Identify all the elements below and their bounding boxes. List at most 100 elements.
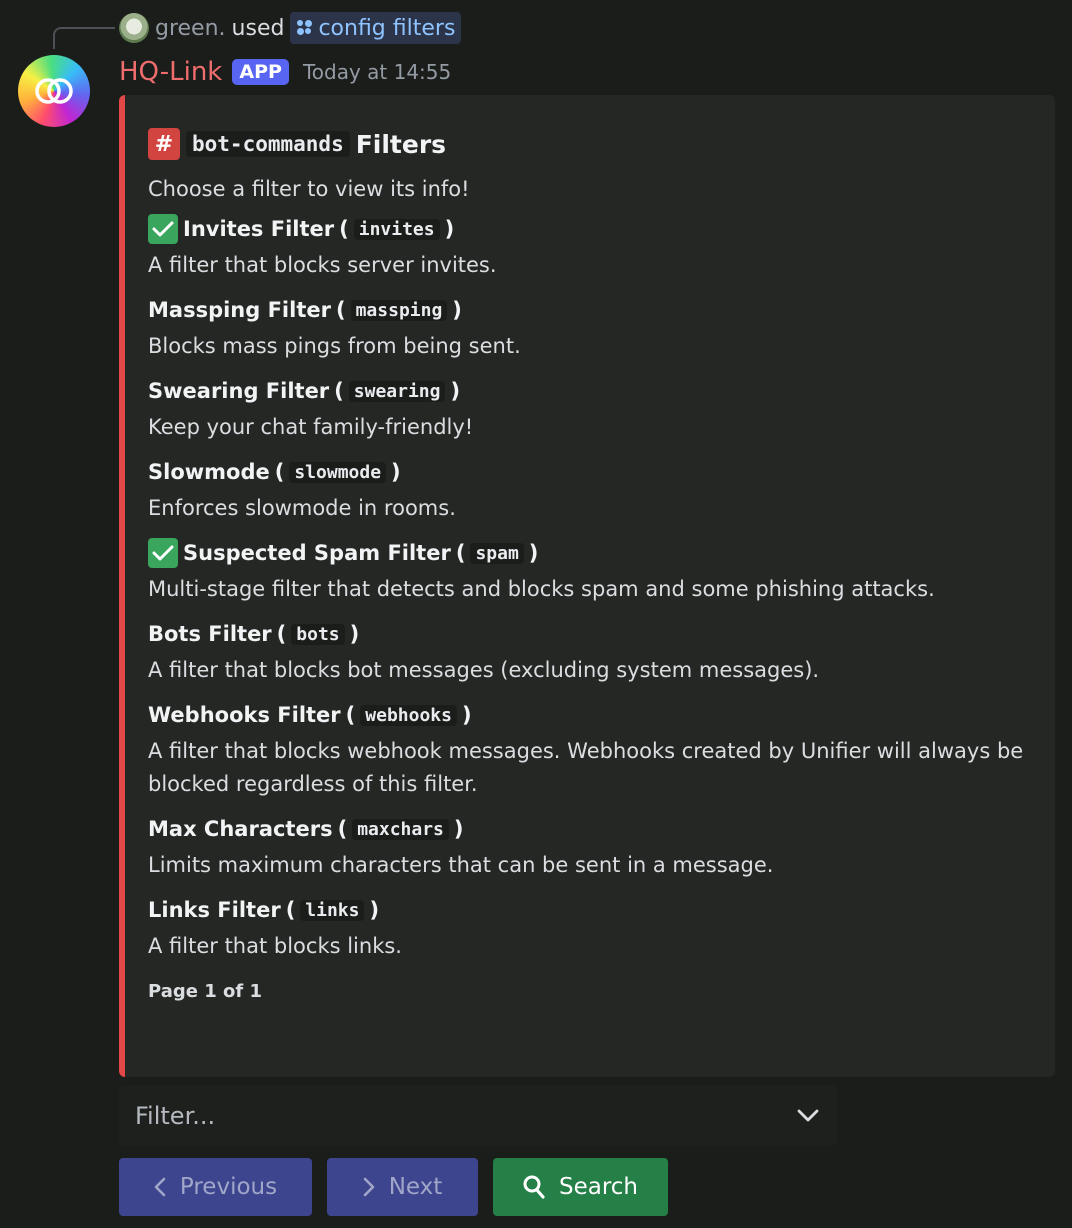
- embed-field: Invites Filter(invites) A filter that blo…: [148, 213, 1031, 282]
- field-value: Multi-stage filter that detects and bloc…: [148, 577, 935, 601]
- field-name: Max Characters(maxchars): [148, 813, 1031, 845]
- paren-open: (: [276, 622, 287, 646]
- channel-hash-icon: #: [148, 128, 180, 160]
- embed-field: Massping Filter(massping) Blocks mass pin…: [148, 294, 1031, 363]
- embed-fields: Invites Filter(invites) A filter that blo…: [148, 213, 1031, 963]
- field-code: maxchars: [352, 818, 449, 840]
- channel-code: bot-commands: [186, 131, 350, 157]
- field-code: bots: [291, 623, 345, 645]
- paren-close: ): [452, 298, 462, 322]
- field-code: webhooks: [360, 704, 457, 726]
- message-root: green. used config filters HQ-Link APP T…: [0, 0, 1072, 1228]
- field-value: Blocks mass pings from being sent.: [148, 334, 521, 358]
- reply-connector: [53, 27, 115, 49]
- field-name: Massping Filter(massping): [148, 294, 1031, 326]
- field-code: spam: [470, 542, 524, 564]
- next-button[interactable]: Next: [327, 1158, 478, 1216]
- search-label: Search: [558, 1174, 639, 1200]
- field-name: Suspected Spam Filter(spam): [148, 537, 1031, 569]
- field-code: swearing: [348, 380, 446, 402]
- field-label: Webhooks Filter: [148, 703, 341, 727]
- paren-close: ): [349, 622, 360, 646]
- search-icon: [523, 1175, 545, 1199]
- field-label: Links Filter: [148, 898, 281, 922]
- slash-command-icon: [296, 19, 314, 37]
- field-value: Enforces slowmode in rooms.: [148, 496, 456, 520]
- check-mark-icon: [148, 538, 178, 568]
- embed-field: Slowmode(slowmode) Enforces slowmode in r…: [148, 456, 1031, 525]
- message-header: HQ-Link APP Today at 14:55: [119, 55, 451, 89]
- embed-footer: Page 1 of 1: [148, 981, 262, 1002]
- field-value: A filter that blocks webhook messages. W…: [148, 739, 1024, 796]
- field-code: massping: [350, 299, 448, 321]
- paren-close: ): [391, 460, 401, 484]
- field-label: Massping Filter: [148, 298, 331, 322]
- filters-embed: # bot-commands Filters Choose a filter t…: [119, 95, 1055, 1077]
- field-name: Links Filter(links): [148, 894, 1031, 926]
- paren-close: ): [450, 379, 461, 403]
- command-reply-bar[interactable]: green. used config filters: [119, 12, 462, 44]
- reply-used-text: used: [231, 15, 285, 41]
- embed-field: Max Characters(maxchars) Limits maximum c…: [148, 813, 1031, 882]
- chevron-right-icon: [363, 1177, 375, 1197]
- field-label: Suspected Spam Filter: [183, 541, 451, 565]
- field-label: Invites Filter: [183, 217, 335, 241]
- embed-field: Webhooks Filter(webhooks) A filter that b…: [148, 699, 1031, 801]
- command-chip[interactable]: config filters: [290, 12, 462, 44]
- select-placeholder: Filter...: [135, 1101, 216, 1130]
- reply-username[interactable]: green.: [155, 16, 226, 41]
- field-name: Invites Filter(invites): [148, 213, 1031, 245]
- link-icon: [35, 78, 73, 104]
- user-avatar[interactable]: [119, 13, 149, 43]
- check-mark-icon: [148, 214, 178, 244]
- paren-open: (: [274, 460, 285, 484]
- command-name: config filters: [318, 15, 456, 41]
- field-name: Webhooks Filter(webhooks): [148, 699, 1031, 731]
- embed-field: Links Filter(links) A filter that blocks …: [148, 894, 1031, 963]
- paren-open: (: [285, 898, 296, 922]
- embed-field: Suspected Spam Filter(spam) Multi-stage f…: [148, 537, 1031, 606]
- paren-open: (: [345, 703, 356, 727]
- paren-open: (: [335, 298, 346, 322]
- field-code: invites: [353, 218, 440, 240]
- bot-name[interactable]: HQ-Link: [119, 57, 222, 87]
- field-label: Max Characters: [148, 817, 333, 841]
- field-name: Swearing Filter(swearing): [148, 375, 1031, 407]
- embed-field: Bots Filter(bots) A filter that blocks bo…: [148, 618, 1031, 687]
- paren-open: (: [334, 379, 344, 403]
- paren-close: ): [528, 541, 539, 565]
- paren-open: (: [337, 817, 348, 841]
- filter-select[interactable]: Filter...: [119, 1085, 837, 1146]
- app-badge: APP: [232, 59, 289, 85]
- embed-title: # bot-commands Filters: [148, 125, 1031, 163]
- search-button[interactable]: Search: [493, 1158, 668, 1216]
- field-value: Keep your chat family-friendly!: [148, 415, 474, 439]
- field-label: Swearing Filter: [148, 379, 330, 403]
- paren-open: (: [455, 541, 466, 565]
- field-code: links: [300, 899, 365, 921]
- field-value: A filter that blocks bot messages (exclu…: [148, 658, 820, 682]
- paren-close: ): [444, 217, 455, 241]
- embed-field: Swearing Filter(swearing) Keep your chat …: [148, 375, 1031, 444]
- previous-button[interactable]: Previous: [119, 1158, 312, 1216]
- chevron-left-icon: [154, 1177, 166, 1197]
- next-label: Next: [388, 1174, 443, 1200]
- field-name: Bots Filter(bots): [148, 618, 1031, 650]
- previous-label: Previous: [179, 1174, 278, 1200]
- field-name: Slowmode(slowmode): [148, 456, 1031, 488]
- field-value: A filter that blocks links.: [148, 934, 402, 958]
- field-value: Limits maximum characters that can be se…: [148, 853, 774, 877]
- chevron-down-icon: [797, 1109, 819, 1121]
- paren-open: (: [339, 217, 349, 241]
- title-suffix: Filters: [355, 129, 447, 159]
- field-label: Bots Filter: [148, 622, 272, 646]
- paren-close: ): [461, 703, 472, 727]
- field-code: slowmode: [289, 461, 387, 483]
- embed-description: Choose a filter to view its info!: [148, 177, 470, 201]
- field-value: A filter that blocks server invites.: [148, 253, 497, 277]
- message-timestamp: Today at 14:55: [302, 60, 452, 84]
- bot-avatar[interactable]: [18, 55, 90, 127]
- paren-close: ): [453, 817, 464, 841]
- paren-close: ): [369, 898, 380, 922]
- button-row: Previous Next Search: [119, 1158, 668, 1216]
